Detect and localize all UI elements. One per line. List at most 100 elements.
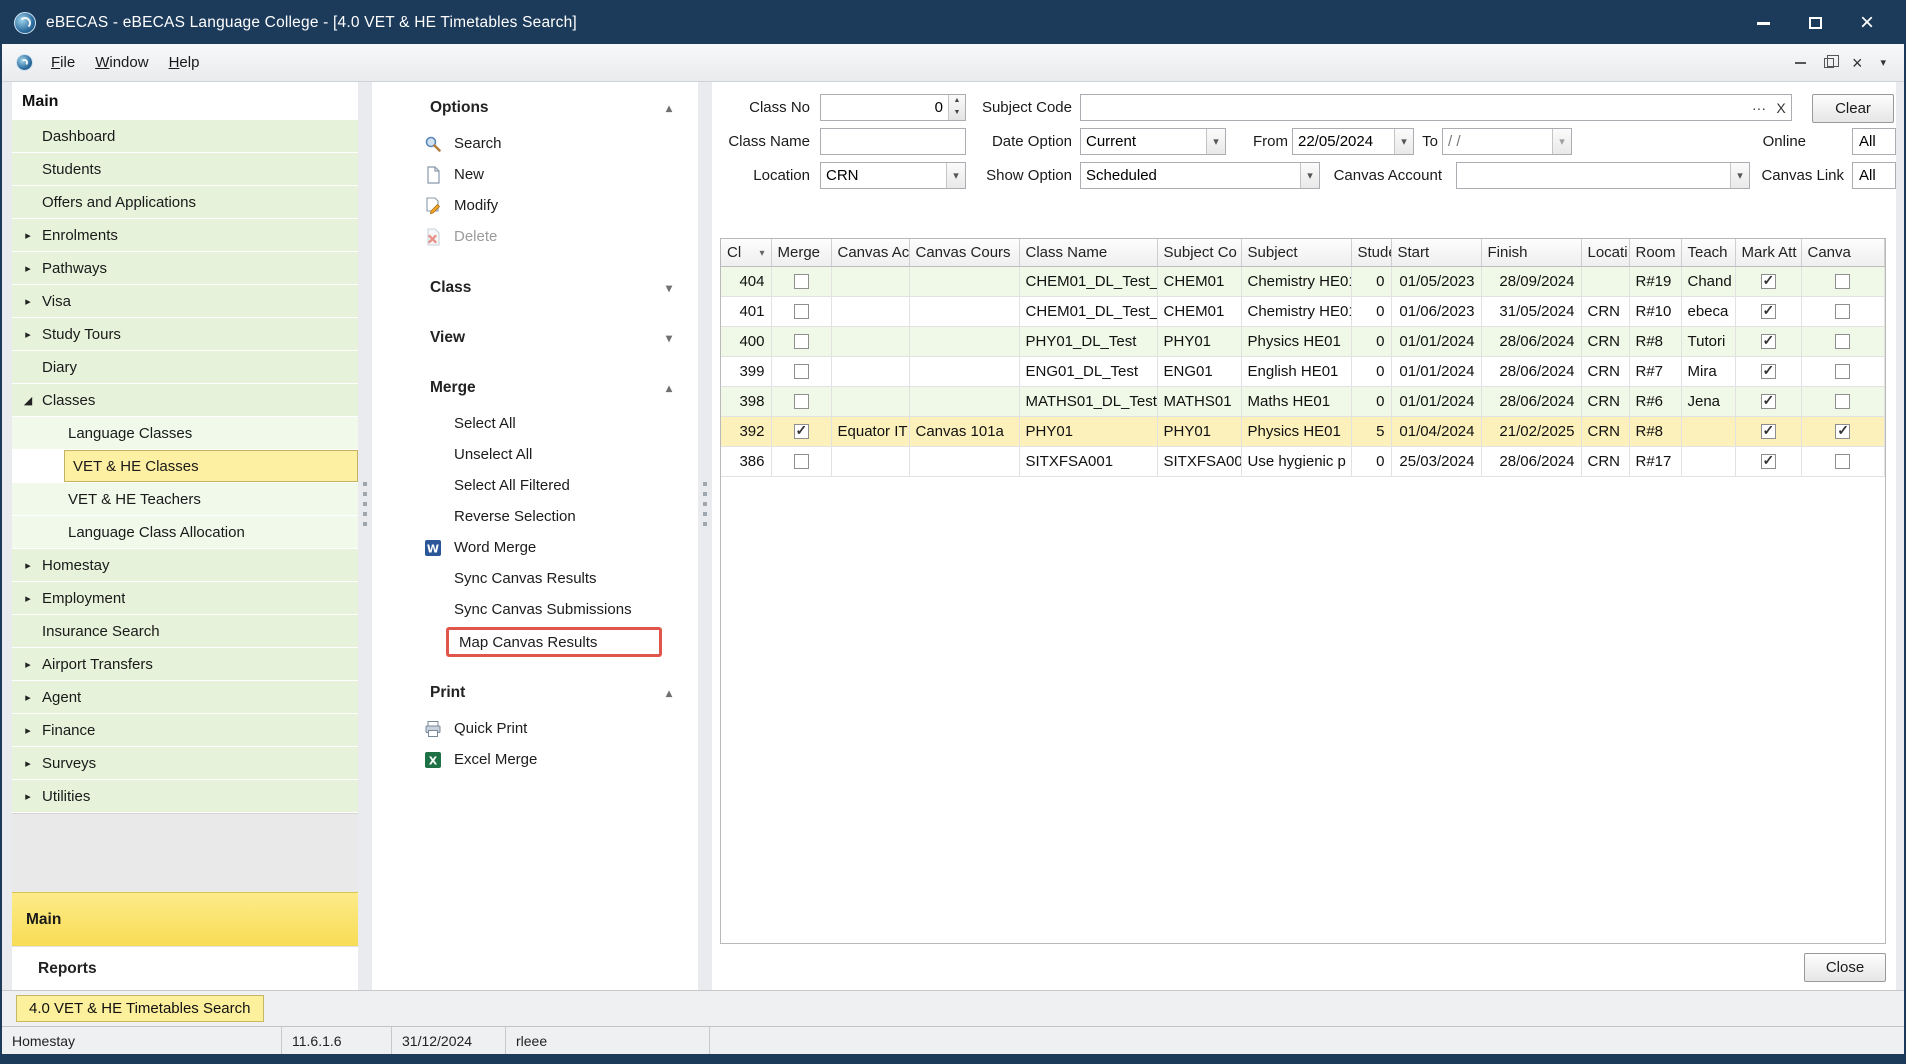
sidebar-item-finance[interactable]: ▸Finance	[12, 714, 358, 746]
mark_att-checkbox[interactable]	[1761, 274, 1776, 289]
mark_att-checkbox[interactable]	[1761, 424, 1776, 439]
column-header-start[interactable]: Start	[1391, 239, 1481, 266]
splitter-right[interactable]	[698, 82, 712, 990]
column-header-location[interactable]: Locati	[1581, 239, 1629, 266]
section-class[interactable]: Class▾	[372, 274, 698, 302]
canvas-account-select[interactable]: ▾	[1456, 162, 1750, 189]
table-row-404[interactable]: 404CHEM01_DL_Test_CHEM01Chemistry HE0100…	[721, 266, 1885, 296]
action-excel-merge[interactable]: XExcel Merge	[372, 744, 698, 775]
sidebar-item-language-classes[interactable]: Language Classes	[12, 417, 358, 449]
action-unselect-all[interactable]: Unselect All	[372, 439, 698, 470]
date-option-select[interactable]: Current ▾	[1080, 128, 1226, 155]
sidebar-item-dashboard[interactable]: Dashboard	[12, 120, 358, 152]
column-header-canvas_account[interactable]: Canvas Ac	[831, 239, 909, 266]
sidebar-item-diary[interactable]: Diary	[12, 351, 358, 383]
action-word-merge[interactable]: WWord Merge	[372, 532, 698, 563]
section-view[interactable]: View▾	[372, 324, 698, 352]
section-merge[interactable]: Merge▴	[372, 374, 698, 402]
mark_att-checkbox[interactable]	[1761, 364, 1776, 379]
to-date-picker[interactable]: / / ▾	[1442, 128, 1572, 155]
table-row-400[interactable]: 400PHY01_DL_TestPHY01Physics HE01001/01/…	[721, 326, 1885, 356]
merge-checkbox[interactable]	[794, 304, 809, 319]
mark_att-checkbox[interactable]	[1761, 454, 1776, 469]
column-header-students[interactable]: Studer	[1351, 239, 1391, 266]
sidebar-item-airport-transfers[interactable]: ▸Airport Transfers	[12, 648, 358, 680]
action-modify[interactable]: Modify	[372, 190, 698, 221]
table-row-392[interactable]: 392Equator ITCanvas 101aPHY01PHY01Physic…	[721, 416, 1885, 446]
column-header-class_no[interactable]: Cl▾	[721, 239, 771, 266]
subject-code-browse-button[interactable]: ···	[1747, 100, 1771, 116]
sidebar-item-vet-he-classes[interactable]: VET & HE Classes	[64, 450, 358, 482]
column-header-canvas_link[interactable]: Canva	[1801, 239, 1885, 266]
class-name-input[interactable]	[820, 128, 966, 155]
action-new[interactable]: New	[372, 159, 698, 190]
class-no-spinner[interactable]: ▲▼	[948, 95, 965, 120]
canvas_link-checkbox[interactable]	[1835, 274, 1850, 289]
sidebar-item-insurance-search[interactable]: Insurance Search	[12, 615, 358, 647]
column-header-mark_att[interactable]: Mark Att	[1735, 239, 1801, 266]
merge-checkbox[interactable]	[794, 364, 809, 379]
menu-file[interactable]: File	[41, 50, 85, 75]
chevron-down-icon[interactable]: ▾	[1880, 56, 1886, 69]
minimize-button[interactable]	[1752, 12, 1774, 34]
table-row-401[interactable]: 401CHEM01_DL_Test_CHEM01Chemistry HE0100…	[721, 296, 1885, 326]
column-header-subject_code[interactable]: Subject Co	[1157, 239, 1241, 266]
menu-help[interactable]: Help	[159, 50, 210, 75]
sidebar-item-classes[interactable]: ◢Classes	[12, 384, 358, 416]
action-search[interactable]: Search	[372, 128, 698, 159]
canvas_link-checkbox[interactable]	[1835, 304, 1850, 319]
column-header-subject[interactable]: Subject	[1241, 239, 1351, 266]
sidebar-item-offers-and-applications[interactable]: Offers and Applications	[12, 186, 358, 218]
splitter-grip-icon[interactable]	[363, 482, 367, 530]
canvas-link-select[interactable]: All	[1852, 162, 1896, 189]
action-select-all[interactable]: Select All	[372, 408, 698, 439]
spinner-up-icon[interactable]: ▲	[949, 95, 965, 107]
show-option-select[interactable]: Scheduled ▾	[1080, 162, 1320, 189]
sidebar-item-vet-he-teachers[interactable]: VET & HE Teachers	[12, 483, 358, 515]
merge-checkbox[interactable]	[794, 424, 809, 439]
sidebar-item-pathways[interactable]: ▸Pathways	[12, 252, 358, 284]
section-print[interactable]: Print▴	[372, 679, 698, 707]
table-row-398[interactable]: 398MATHS01_DL_TestMATHS01Maths HE01001/0…	[721, 386, 1885, 416]
column-header-teacher[interactable]: Teach	[1681, 239, 1735, 266]
action-reverse-selection[interactable]: Reverse Selection	[372, 501, 698, 532]
menu-window[interactable]: Window	[85, 50, 158, 75]
sidebar-item-students[interactable]: Students	[12, 153, 358, 185]
merge-checkbox[interactable]	[794, 454, 809, 469]
splitter-left[interactable]	[358, 82, 372, 990]
column-header-finish[interactable]: Finish	[1481, 239, 1581, 266]
mdi-close-icon[interactable]: ×	[1852, 56, 1863, 70]
clear-button[interactable]: Clear	[1812, 94, 1894, 123]
sidebar-item-agent[interactable]: ▸Agent	[12, 681, 358, 713]
canvas_link-checkbox[interactable]	[1835, 424, 1850, 439]
table-row-386[interactable]: 386SITXFSA001SITXFSA001Use hygienic p025…	[721, 446, 1885, 476]
column-header-merge[interactable]: Merge	[771, 239, 831, 266]
sidebar-item-language-class-allocation[interactable]: Language Class Allocation	[12, 516, 358, 548]
sidebar-item-enrolments[interactable]: ▸Enrolments	[12, 219, 358, 251]
table-row-399[interactable]: 399ENG01_DL_TestENG01English HE01001/01/…	[721, 356, 1885, 386]
mark_att-checkbox[interactable]	[1761, 334, 1776, 349]
action-quick-print[interactable]: Quick Print	[372, 713, 698, 744]
mdi-restore-icon[interactable]	[1824, 58, 1834, 68]
merge-checkbox[interactable]	[794, 334, 809, 349]
tab-vet-he-timetables-search[interactable]: 4.0 VET & HE Timetables Search	[16, 995, 264, 1022]
canvas_link-checkbox[interactable]	[1835, 334, 1850, 349]
canvas_link-checkbox[interactable]	[1835, 454, 1850, 469]
splitter-grip-icon[interactable]	[703, 482, 707, 530]
sidebar-item-study-tours[interactable]: ▸Study Tours	[12, 318, 358, 350]
sidebar-item-surveys[interactable]: ▸Surveys	[12, 747, 358, 779]
filter-dropdown-icon[interactable]: ▾	[759, 248, 764, 259]
column-header-class_name[interactable]: Class Name	[1019, 239, 1157, 266]
class-no-input[interactable]: 0 ▲▼	[820, 94, 966, 121]
location-select[interactable]: CRN ▾	[820, 162, 966, 189]
app-menu-icon[interactable]	[16, 54, 33, 71]
close-button[interactable]: Close	[1804, 953, 1886, 982]
column-header-canvas_course[interactable]: Canvas Cours	[909, 239, 1019, 266]
action-sync-canvas-results[interactable]: Sync Canvas Results	[372, 563, 698, 594]
action-sync-canvas-submissions[interactable]: Sync Canvas Submissions	[372, 594, 698, 625]
close-window-button[interactable]: ×	[1856, 12, 1878, 34]
sidebar-item-employment[interactable]: ▸Employment	[12, 582, 358, 614]
sidebar-item-utilities[interactable]: ▸Utilities	[12, 780, 358, 812]
subject-code-input[interactable]: ··· X	[1080, 94, 1792, 121]
spinner-down-icon[interactable]: ▼	[949, 107, 965, 119]
